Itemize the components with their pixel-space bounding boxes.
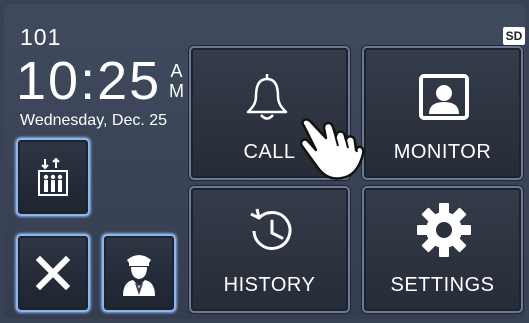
guard-call-button[interactable]	[102, 234, 176, 312]
close-button[interactable]	[16, 234, 90, 312]
ampm-top: A	[170, 61, 183, 81]
elevator-button[interactable]	[16, 138, 90, 216]
close-icon	[36, 256, 70, 290]
room-number: 101	[20, 24, 62, 50]
ampm-bottom: M	[169, 81, 184, 101]
date-label: Wednesday, Dec. 25	[20, 112, 168, 129]
monitor-button[interactable]: MONITOR	[362, 46, 523, 180]
history-button[interactable]: HISTORY	[189, 186, 350, 313]
monitor-label: MONITOR	[393, 141, 492, 163]
gear-icon	[417, 203, 471, 257]
person-portrait-icon	[419, 74, 469, 120]
hand-pointer-icon	[299, 118, 365, 180]
settings-label: SETTINGS	[390, 274, 495, 296]
bell-icon	[246, 74, 288, 120]
security-guard-icon	[123, 255, 155, 296]
elevator-icon	[38, 157, 68, 196]
am-pm-indicator: A M	[169, 61, 184, 101]
clock-time: 10:25	[16, 51, 162, 111]
history-label: HISTORY	[223, 274, 316, 296]
intercom-screen: 101 10:25 A M Wednesday, Dec. 25 SD CALL…	[4, 4, 525, 319]
sd-card-badge: SD	[503, 27, 525, 45]
settings-button[interactable]: SETTINGS	[362, 186, 523, 313]
clock-history-icon	[250, 208, 292, 250]
